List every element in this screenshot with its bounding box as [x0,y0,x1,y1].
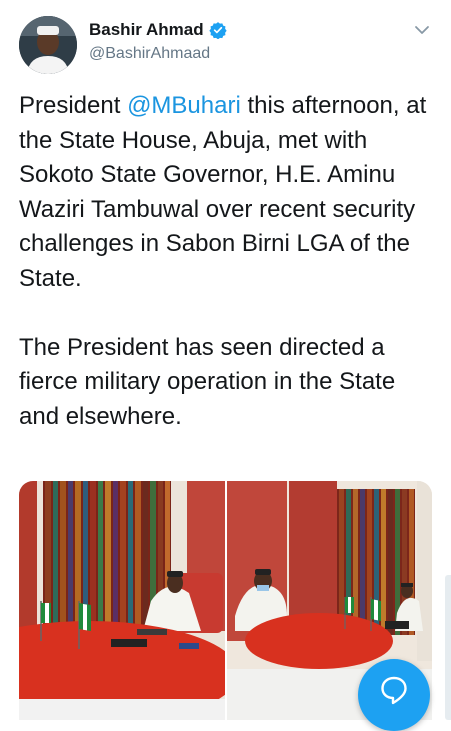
compose-reply-icon [381,676,407,705]
tweet-text-lead: President [19,92,128,119]
author-display-name[interactable]: Bashir Ahmad [89,20,204,40]
photo-1[interactable] [19,481,225,720]
tweet-text: President @MBuhari this afternoon, at th… [19,89,437,434]
chevron-down-icon[interactable] [412,20,432,40]
author-name-row: Bashir Ahmad [89,20,227,40]
avatar[interactable] [19,16,77,74]
tweet-header: Bashir Ahmad @BashirAhmaad [0,0,451,88]
compose-reply-button[interactable] [358,659,430,731]
tweet-text-body: this afternoon, at the State House, Abuj… [19,92,427,292]
author-handle[interactable]: @BashirAhmaad [89,45,210,63]
verified-badge-icon [209,21,227,40]
tweet-paragraph: The President has seen directed a fierce… [19,333,396,430]
scroll-edge [445,575,451,720]
mention-link[interactable]: @MBuhari [127,92,241,119]
tweet-paragraph: President @MBuhari this afternoon, at th… [19,89,437,296]
